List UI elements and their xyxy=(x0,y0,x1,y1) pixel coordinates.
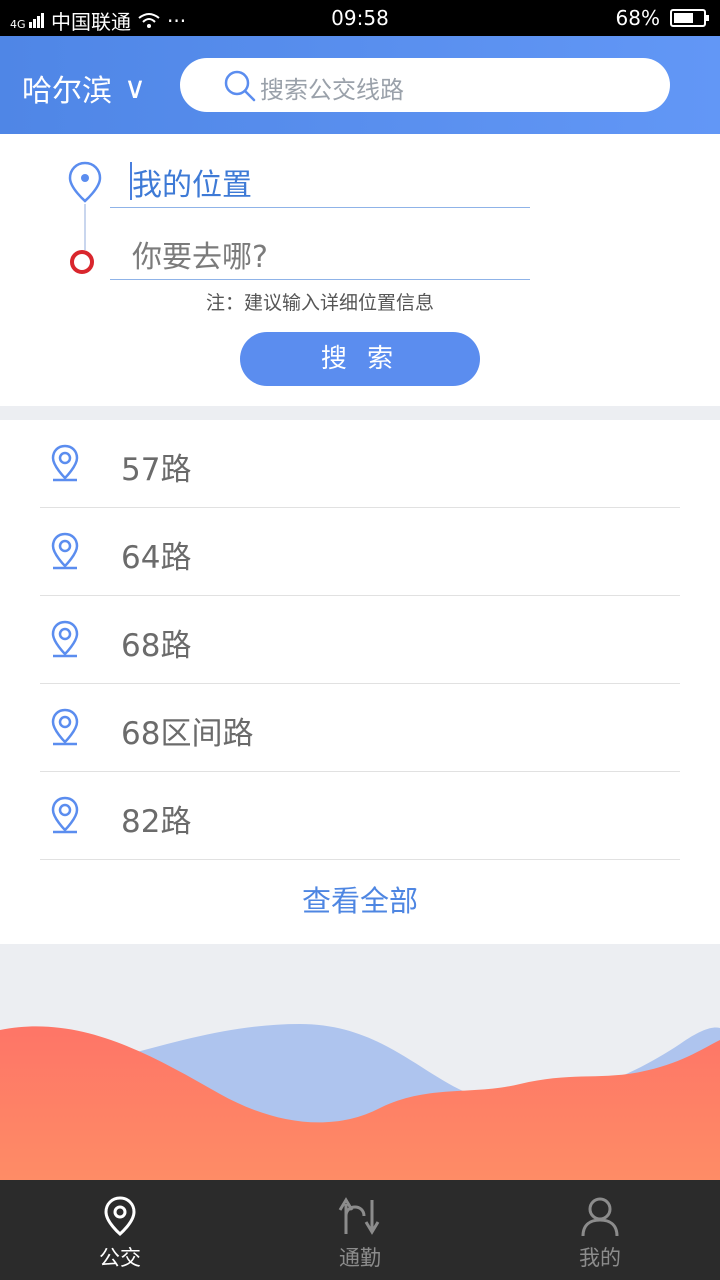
tab-bus[interactable]: 公交 xyxy=(60,1196,180,1272)
decorative-waves xyxy=(0,1024,720,1180)
line-label: 68路 xyxy=(121,628,192,664)
city-selector[interactable]: 哈尔滨 ∨ xyxy=(22,66,146,110)
status-bar: 4G 中国联通 ··· 09:58 68% xyxy=(0,0,720,36)
input-hint: 注：建议输入详细位置信息 xyxy=(205,292,434,314)
city-name: 哈尔滨 xyxy=(22,74,112,109)
route-planner: 我的位置 你要去哪? 注：建议输入详细位置信息 搜 索 xyxy=(0,134,720,406)
bus-line-list: 57路 64路 68路 68区间路 82路 查看全部 xyxy=(0,420,720,944)
tab-commute[interactable]: 通勤 xyxy=(300,1196,420,1272)
view-all-link[interactable]: 查看全部 xyxy=(0,878,720,920)
location-pin-icon xyxy=(51,532,79,570)
list-item[interactable]: 64路 xyxy=(40,508,680,596)
battery-percent: 68% xyxy=(615,6,660,30)
origin-pin-icon xyxy=(68,161,102,203)
app-header: 哈尔滨 ∨ 搜索公交线路 xyxy=(0,36,720,134)
destination-field[interactable]: 你要去哪? xyxy=(110,210,530,280)
origin-value: 我的位置 xyxy=(132,168,252,203)
battery-icon xyxy=(670,9,709,27)
line-label: 64路 xyxy=(121,540,192,576)
list-item[interactable]: 68区间路 xyxy=(40,684,680,772)
line-label: 57路 xyxy=(121,452,192,488)
list-item[interactable]: 82路 xyxy=(40,772,680,860)
line-label: 82路 xyxy=(121,804,192,840)
route-arrows-icon xyxy=(338,1197,380,1235)
location-pin-icon xyxy=(51,620,79,658)
chevron-down-icon: ∨ xyxy=(124,70,146,106)
search-icon xyxy=(224,70,256,102)
tab-label: 公交 xyxy=(99,1246,141,1270)
location-pin-icon xyxy=(51,796,79,834)
location-pin-icon xyxy=(51,444,79,482)
line-search-input[interactable]: 搜索公交线路 xyxy=(180,58,670,112)
origin-field[interactable]: 我的位置 xyxy=(110,138,530,208)
tab-mine[interactable]: 我的 xyxy=(540,1196,660,1272)
search-button[interactable]: 搜 索 xyxy=(240,332,480,386)
clock: 09:58 xyxy=(331,6,389,30)
destination-marker-icon xyxy=(70,250,94,274)
tab-label: 通勤 xyxy=(339,1246,381,1270)
bottom-tab-bar: 公交 通勤 我的 xyxy=(0,1180,720,1280)
location-pin-icon xyxy=(51,708,79,746)
location-pin-icon xyxy=(104,1196,136,1236)
tab-label: 我的 xyxy=(579,1246,621,1270)
line-label: 68区间路 xyxy=(121,716,254,752)
list-item[interactable]: 57路 xyxy=(40,420,680,508)
route-connector xyxy=(84,204,86,250)
list-item[interactable]: 68路 xyxy=(40,596,680,684)
destination-placeholder: 你要去哪? xyxy=(132,240,268,275)
search-placeholder: 搜索公交线路 xyxy=(260,76,404,104)
user-icon xyxy=(581,1197,619,1237)
